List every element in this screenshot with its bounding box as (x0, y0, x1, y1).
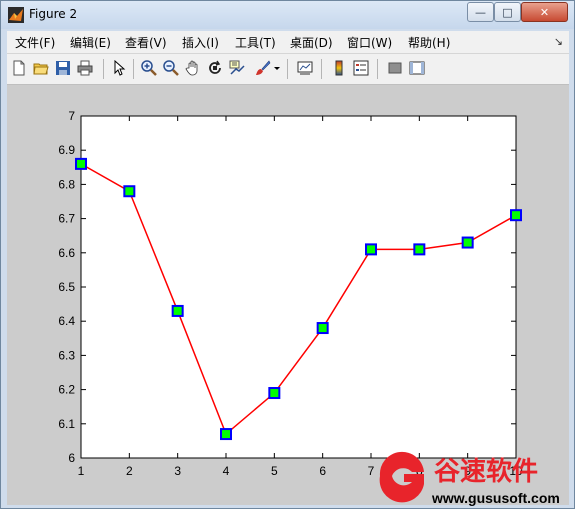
watermark-brand: 谷速软件 (434, 457, 538, 487)
y-tick-label: 6.1 (58, 417, 75, 431)
toolbar-separator (377, 59, 378, 79)
close-button[interactable]: ✕ (521, 2, 568, 22)
figure-canvas[interactable]: 66.16.26.36.46.56.66.76.86.9712345678910 (7, 85, 569, 505)
hide-plot-tools-icon[interactable] (387, 60, 403, 76)
y-tick-label: 6.4 (58, 314, 75, 328)
axes-background (81, 116, 516, 458)
y-tick-label: 6.8 (58, 177, 75, 191)
menu-tools[interactable]: 工具(T) (235, 34, 276, 51)
line-chart[interactable]: 66.16.26.36.46.56.66.76.86.9712345678910 (7, 85, 569, 505)
menu-overflow-icon[interactable]: ↘ (554, 35, 563, 48)
y-tick-label: 6.6 (58, 246, 75, 260)
open-folder-icon[interactable] (33, 60, 49, 76)
menu-desktop[interactable]: 桌面(D) (290, 34, 333, 51)
x-tick-label: 5 (271, 464, 278, 478)
print-icon[interactable] (77, 60, 93, 76)
toolbar-separator (287, 59, 288, 79)
toolbar-separator (321, 59, 322, 79)
menu-window[interactable]: 窗口(W) (347, 34, 392, 51)
figure-window: Figure 2 — □ ✕ 文件(F) 编辑(E) 查看(V) 插入(I) 工… (0, 0, 575, 509)
x-tick-label: 4 (223, 464, 230, 478)
maximize-button[interactable]: □ (494, 2, 521, 22)
menu-help[interactable]: 帮助(H) (408, 34, 450, 51)
toolbar-separator (103, 59, 104, 79)
y-tick-label: 6.7 (58, 212, 75, 226)
link-plot-icon[interactable] (297, 60, 313, 76)
menu-edit[interactable]: 编辑(E) (70, 34, 111, 51)
data-cursor-icon[interactable] (229, 60, 245, 76)
menu-file[interactable]: 文件(F) (15, 34, 55, 51)
rotate-3d-icon[interactable] (207, 60, 223, 76)
legend-icon[interactable] (353, 60, 369, 76)
y-tick-label: 6 (68, 451, 75, 465)
x-tick-label: 1 (78, 464, 85, 478)
y-tick-label: 6.2 (58, 383, 75, 397)
data-point-marker (413, 243, 426, 256)
data-point-marker (220, 428, 232, 441)
new-figure-icon[interactable] (11, 60, 27, 76)
data-point-marker (171, 304, 184, 317)
data-point-marker (510, 209, 522, 222)
watermark-url: www.gususoft.com (431, 490, 560, 506)
colorbar-icon[interactable] (331, 60, 347, 76)
title-bar[interactable]: Figure 2 — □ ✕ (1, 1, 574, 29)
y-tick-label: 7 (68, 109, 75, 123)
y-tick-label: 6.9 (58, 143, 75, 157)
toolbar-separator (133, 59, 134, 79)
zoom-out-icon[interactable] (163, 60, 179, 76)
watermark-logo: 谷速软件 www.gususoft.com (379, 451, 560, 506)
window-title: Figure 2 (29, 7, 78, 21)
matlab-logo-icon (8, 7, 24, 23)
data-point-marker (365, 243, 377, 256)
x-tick-label: 2 (126, 464, 133, 478)
menu-insert[interactable]: 插入(I) (182, 34, 219, 51)
zoom-in-icon[interactable] (141, 60, 157, 76)
data-point-marker (461, 236, 474, 249)
pointer-icon[interactable] (111, 60, 127, 76)
brush-dropdown-icon[interactable] (273, 60, 281, 76)
data-point-marker (75, 157, 87, 170)
minimize-button[interactable]: — (467, 2, 494, 22)
x-tick-label: 3 (174, 464, 181, 478)
menu-bar: 文件(F) 编辑(E) 查看(V) 插入(I) 工具(T) 桌面(D) 窗口(W… (7, 31, 569, 54)
data-point-marker (268, 387, 281, 400)
figure-toolbar (7, 54, 569, 85)
pan-hand-icon[interactable] (185, 60, 201, 76)
y-tick-label: 6.5 (58, 280, 75, 294)
show-plot-tools-icon[interactable] (409, 60, 425, 76)
data-point-marker (123, 185, 136, 198)
menu-view[interactable]: 查看(V) (125, 34, 167, 51)
data-point-marker (316, 322, 329, 335)
brush-icon[interactable] (255, 60, 271, 76)
y-tick-label: 6.3 (58, 348, 75, 362)
save-icon[interactable] (55, 60, 71, 76)
x-tick-label: 6 (319, 464, 326, 478)
